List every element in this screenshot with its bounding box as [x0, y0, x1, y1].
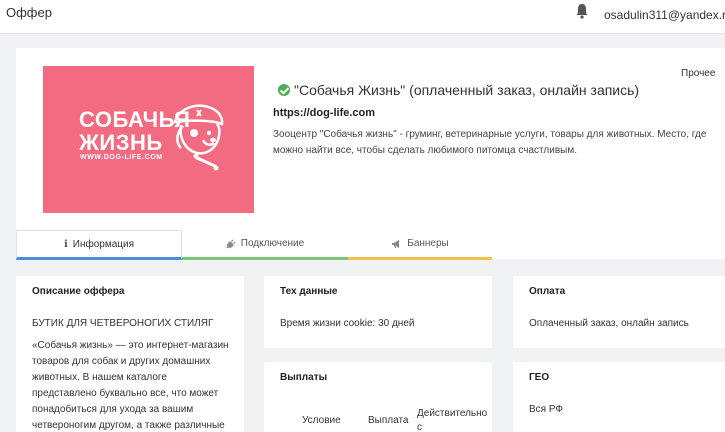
offer-description-card: Описание оффера БУТИК ДЛЯ ЧЕТВЕРОНОГИХ С…: [16, 276, 244, 432]
description-body: «Собачья жизнь» — это интернет-магазин т…: [32, 340, 229, 431]
tab-information-label: Информация: [72, 238, 135, 250]
offer-description: Зооцентр "Собачья жизнь" - груминг, вете…: [273, 129, 707, 156]
card-heading: Оплата: [529, 286, 566, 297]
payouts-column-valid-from: Действительно с: [417, 408, 488, 432]
tab-banners[interactable]: Баннеры: [348, 230, 492, 260]
card-heading: Тех данные: [280, 286, 338, 297]
offer-url-link[interactable]: https://dog-life.com: [273, 107, 375, 119]
user-email[interactable]: osadulin311@yandex.ru: [604, 8, 725, 22]
tab-connection[interactable]: Подключение: [182, 230, 348, 260]
payment-card: Оплата Оплаченный заказ, онлайн запись: [513, 276, 725, 348]
card-heading: ГЕО: [529, 372, 550, 383]
payouts-column-amount: Выплата: [368, 415, 409, 426]
card-heading: Описание оффера: [32, 286, 125, 297]
tab-information[interactable]: ℹ Информация: [16, 230, 182, 260]
logo-url: WWW.DOG-LIFE.COM: [80, 154, 163, 161]
cookie-lifetime: Время жизни cookie: 30 дней: [280, 318, 415, 329]
offer-header-card: СОБАЧЬЯ ЖИЗНЬ WWW.DOG-LIFE.COM "Собачья …: [16, 48, 725, 259]
card-heading: Выплаты: [280, 372, 328, 383]
info-icon: ℹ: [63, 238, 68, 250]
top-bar: Оффер osadulin311@yandex.ru: [0, 0, 725, 34]
tab-banners-label: Баннеры: [407, 238, 449, 249]
offer-logo: СОБАЧЬЯ ЖИЗНЬ WWW.DOG-LIFE.COM: [43, 66, 254, 213]
offer-title-row: "Собачья Жизнь" (оплаченный заказ, онлай…: [278, 82, 639, 98]
check-circle-icon: [278, 84, 290, 96]
more-dropdown[interactable]: Прочее: [681, 68, 715, 79]
payment-type: Оплаченный заказ, онлайн запись: [529, 318, 689, 329]
description-subtitle: БУТИК ДЛЯ ЧЕТВЕРОНОГИХ СТИЛЯГ: [32, 318, 214, 329]
dog-icon: [173, 104, 224, 171]
bell-icon[interactable]: [575, 3, 589, 19]
logo-line-2: ЖИЗНЬ: [79, 130, 163, 155]
payouts-column-condition: Условие: [302, 415, 341, 426]
geo-value: Вся РФ: [529, 404, 564, 415]
tech-data-card: Тех данные Время жизни cookie: 30 дней: [264, 276, 492, 348]
plug-icon: [226, 239, 236, 248]
payouts-card: Выплаты Условие Выплата Действительно с: [264, 362, 492, 432]
offer-tabs: ℹ Информация Подключение Баннеры: [16, 230, 492, 260]
geo-card: ГЕО Вся РФ: [513, 362, 725, 432]
page-title: Оффер: [6, 5, 52, 20]
tab-connection-label: Подключение: [240, 238, 305, 249]
offer-title: "Собачья Жизнь" (оплаченный заказ, онлай…: [294, 82, 640, 98]
megaphone-icon: [392, 239, 400, 248]
